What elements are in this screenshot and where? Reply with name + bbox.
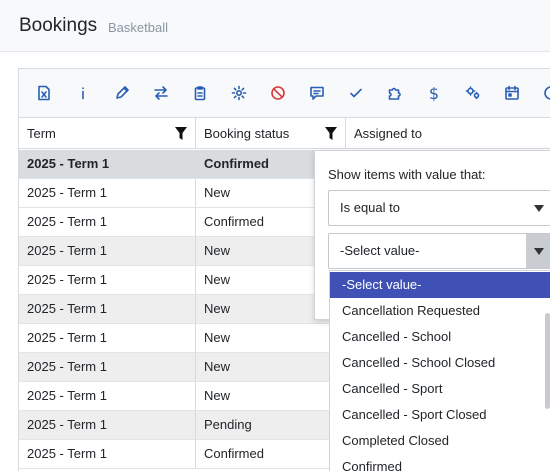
filter-value-dropdown: -Select value- Cancellation Requested Ca… xyxy=(329,270,550,471)
cell-term: 2025 - Term 1 xyxy=(19,353,196,381)
excel-icon[interactable] xyxy=(34,83,54,103)
page-subtitle: Basketball xyxy=(108,20,168,35)
dropdown-option[interactable]: Cancelled - Sport Closed xyxy=(330,402,550,428)
filter-value-select[interactable]: -Select value- xyxy=(328,233,550,269)
cell-status: New xyxy=(196,382,346,410)
dropdown-option[interactable]: Cancelled - School Closed xyxy=(330,350,550,376)
cell-status: Pending xyxy=(196,411,346,439)
table-header: Term Booking status Assigned to xyxy=(19,118,550,149)
page-header: Bookings Basketball xyxy=(0,0,550,52)
check-icon[interactable] xyxy=(346,83,366,103)
filter-operator-value: Is equal to xyxy=(340,200,400,215)
dropdown-option[interactable]: Cancelled - Sport xyxy=(330,376,550,402)
clipboard-icon[interactable] xyxy=(190,83,210,103)
transfer-icon[interactable] xyxy=(151,83,171,103)
cell-status: New xyxy=(196,324,346,352)
cell-term: 2025 - Term 1 xyxy=(19,208,196,236)
column-header-label: Assigned to xyxy=(354,126,422,141)
dropdown-scrollbar[interactable] xyxy=(545,313,550,409)
column-header-label: Term xyxy=(27,126,56,141)
cell-term: 2025 - Term 1 xyxy=(19,382,196,410)
dropdown-option[interactable]: Confirmed xyxy=(330,454,550,471)
gears-icon[interactable] xyxy=(463,83,483,103)
dropdown-option[interactable]: Cancellation Requested xyxy=(330,298,550,324)
cell-term: 2025 - Term 1 xyxy=(19,266,196,294)
dollar-icon[interactable]: $ xyxy=(424,83,444,103)
column-header-term[interactable]: Term xyxy=(19,118,196,149)
filter-icon[interactable] xyxy=(175,127,187,140)
dropdown-option[interactable]: Completed Closed xyxy=(330,428,550,454)
puzzle-icon[interactable] xyxy=(385,83,405,103)
cell-term: 2025 - Term 1 xyxy=(19,237,196,265)
chevron-down-icon[interactable] xyxy=(526,234,550,268)
edit-icon[interactable] xyxy=(112,83,132,103)
calendar-icon[interactable] xyxy=(502,83,522,103)
filter-operator-select[interactable]: Is equal to xyxy=(328,190,550,226)
page-title: Bookings xyxy=(19,15,98,36)
comment-icon[interactable] xyxy=(307,83,327,103)
dropdown-option[interactable]: Cancelled - School xyxy=(330,324,550,350)
filter-label: Show items with value that: xyxy=(328,167,486,182)
dropdown-option[interactable]: -Select value- xyxy=(330,272,550,298)
cell-status: New xyxy=(196,353,346,381)
clock-icon[interactable] xyxy=(541,83,550,103)
cell-term: 2025 - Term 1 xyxy=(19,440,196,468)
column-header-booking-status[interactable]: Booking status xyxy=(196,118,346,149)
cell-term: 2025 - Term 1 xyxy=(19,150,196,178)
settings-icon[interactable] xyxy=(229,83,249,103)
cell-status: Confirmed xyxy=(196,440,346,468)
filter-icon[interactable] xyxy=(325,127,337,140)
cell-term: 2025 - Term 1 xyxy=(19,324,196,352)
cell-term: 2025 - Term 1 xyxy=(19,411,196,439)
column-header-assigned-to[interactable]: Assigned to xyxy=(346,118,550,149)
info-icon[interactable] xyxy=(73,83,93,103)
chevron-down-icon[interactable] xyxy=(526,191,550,225)
cancel-icon[interactable] xyxy=(268,83,288,103)
column-header-label: Booking status xyxy=(204,126,290,141)
grid-toolbar: $ xyxy=(19,69,550,118)
cell-term: 2025 - Term 1 xyxy=(19,295,196,323)
cell-term: 2025 - Term 1 xyxy=(19,179,196,207)
filter-value-text: -Select value- xyxy=(340,243,420,258)
